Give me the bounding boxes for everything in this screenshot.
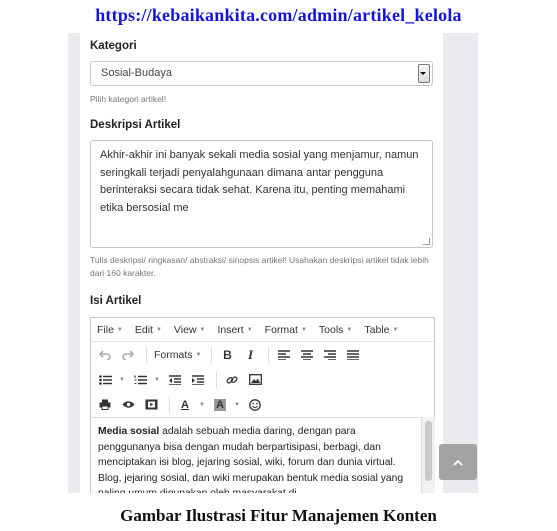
caret-down-icon: ▼ bbox=[392, 326, 399, 333]
deskripsi-help-text: Tulis deskripsi/ ringkasan/ abstraksi/ s… bbox=[90, 255, 429, 278]
menu-view-label: View bbox=[173, 323, 197, 336]
toolbar-divider bbox=[211, 346, 213, 363]
redo-icon[interactable] bbox=[118, 345, 138, 365]
editor-toolbar-row-2: ▼ ▼ bbox=[91, 367, 434, 392]
menu-tools[interactable]: Tools ▼ bbox=[319, 324, 352, 336]
url-caption: https://kebaikankita.com/admin/artikel_k… bbox=[95, 5, 462, 25]
caret-down-icon: ▼ bbox=[300, 326, 307, 333]
menu-table[interactable]: Table ▼ bbox=[364, 324, 398, 336]
caret-down-icon: ▼ bbox=[195, 351, 202, 358]
italic-button[interactable]: I bbox=[240, 345, 260, 365]
menu-file-label: File bbox=[97, 323, 114, 336]
deskripsi-text: Akhir-akhir ini banyak sekali media sosi… bbox=[100, 149, 419, 214]
menu-edit-label: Edit bbox=[134, 323, 153, 336]
indent-icon[interactable] bbox=[188, 370, 208, 390]
figure-caption: Gambar Ilustrasi Fitur Manajemen Konten bbox=[120, 506, 437, 525]
align-justify-icon[interactable] bbox=[343, 345, 363, 365]
formats-dropdown[interactable]: Formats ▼ bbox=[152, 345, 203, 365]
bg-color-label: A bbox=[214, 398, 226, 411]
caret-down-icon: ▼ bbox=[155, 326, 162, 333]
outdent-icon[interactable] bbox=[165, 370, 185, 390]
font-color-button[interactable]: A bbox=[175, 395, 195, 415]
kategori-label: Kategori bbox=[90, 40, 137, 52]
kategori-selected-value: Sosial-Budaya bbox=[101, 67, 172, 79]
menu-view[interactable]: View ▼ bbox=[174, 324, 206, 336]
menu-format[interactable]: Format ▼ bbox=[265, 324, 307, 336]
preview-eye-icon[interactable] bbox=[118, 395, 138, 415]
isi-artikel-label: Isi Artikel bbox=[90, 295, 142, 307]
scrollbar-thumb[interactable] bbox=[425, 421, 432, 481]
menu-file[interactable]: File ▼ bbox=[97, 324, 123, 336]
editor-scrollbar[interactable] bbox=[421, 417, 435, 493]
menu-insert-label: Insert bbox=[217, 323, 244, 336]
toolbar-divider bbox=[169, 396, 170, 413]
toolbar-divider bbox=[146, 346, 147, 363]
numbered-list-caret-icon[interactable]: ▼ bbox=[153, 370, 161, 390]
align-right-icon[interactable] bbox=[320, 345, 340, 365]
right-gutter bbox=[443, 33, 478, 493]
formats-label: Formats bbox=[154, 348, 193, 361]
image-icon[interactable] bbox=[245, 370, 265, 390]
menu-format-label: Format bbox=[264, 323, 298, 336]
rich-text-editor: File ▼ Edit ▼ View ▼ Insert ▼ Format ▼ Tools ▼… bbox=[90, 317, 435, 493]
kategori-select[interactable]: Sosial-Budaya bbox=[90, 61, 433, 86]
editor-toolbar-row-3: A ▼ A ▼ bbox=[91, 392, 434, 417]
media-icon[interactable] bbox=[141, 395, 161, 415]
caret-down-icon: ▼ bbox=[346, 326, 353, 333]
bold-button[interactable]: B bbox=[217, 345, 237, 365]
menu-edit[interactable]: Edit ▼ bbox=[135, 324, 162, 336]
bullet-list-icon[interactable] bbox=[95, 370, 115, 390]
deskripsi-label: Deskripsi Artikel bbox=[90, 119, 181, 131]
chevron-down-icon[interactable] bbox=[418, 64, 430, 83]
resize-grip-icon[interactable] bbox=[423, 238, 430, 245]
editor-toolbar-row-1: Formats ▼ B I bbox=[91, 342, 434, 367]
align-center-icon[interactable] bbox=[297, 345, 317, 365]
print-icon[interactable] bbox=[95, 395, 115, 415]
editor-menubar: File ▼ Edit ▼ View ▼ Insert ▼ Format ▼ Tools ▼… bbox=[91, 318, 434, 342]
chevron-up-icon bbox=[453, 459, 463, 466]
undo-icon[interactable] bbox=[95, 345, 115, 365]
kategori-help-text: Pilih kategori artikel! bbox=[90, 94, 167, 104]
caret-down-icon: ▼ bbox=[116, 326, 123, 333]
menu-table-label: Table bbox=[364, 323, 390, 336]
admin-screenshot: Kategori Sosial-Budaya Pilih kategori ar… bbox=[68, 33, 478, 493]
menu-insert[interactable]: Insert ▼ bbox=[217, 324, 252, 336]
emoticon-icon[interactable] bbox=[245, 395, 265, 415]
scroll-to-top-button[interactable] bbox=[439, 444, 477, 480]
deskripsi-textarea[interactable]: Akhir-akhir ini banyak sekali media sosi… bbox=[90, 140, 433, 248]
menu-tools-label: Tools bbox=[318, 323, 344, 336]
caret-down-icon: ▼ bbox=[199, 326, 206, 333]
toolbar-divider bbox=[268, 346, 270, 363]
bullet-list-caret-icon[interactable]: ▼ bbox=[118, 370, 126, 390]
align-left-icon[interactable] bbox=[274, 345, 294, 365]
left-gutter bbox=[68, 33, 80, 493]
toolbar-divider bbox=[216, 371, 217, 388]
link-icon[interactable] bbox=[222, 370, 242, 390]
bg-color-caret-icon[interactable]: ▼ bbox=[233, 395, 241, 415]
editor-content-area[interactable]: Media sosial adalah sebuah media daring,… bbox=[91, 417, 421, 493]
font-color-caret-icon[interactable]: ▼ bbox=[198, 395, 206, 415]
background-color-button[interactable]: A bbox=[210, 395, 230, 415]
content-bold-term: Media sosial bbox=[98, 426, 160, 437]
numbered-list-icon[interactable] bbox=[130, 370, 150, 390]
caret-down-icon: ▼ bbox=[246, 326, 253, 333]
